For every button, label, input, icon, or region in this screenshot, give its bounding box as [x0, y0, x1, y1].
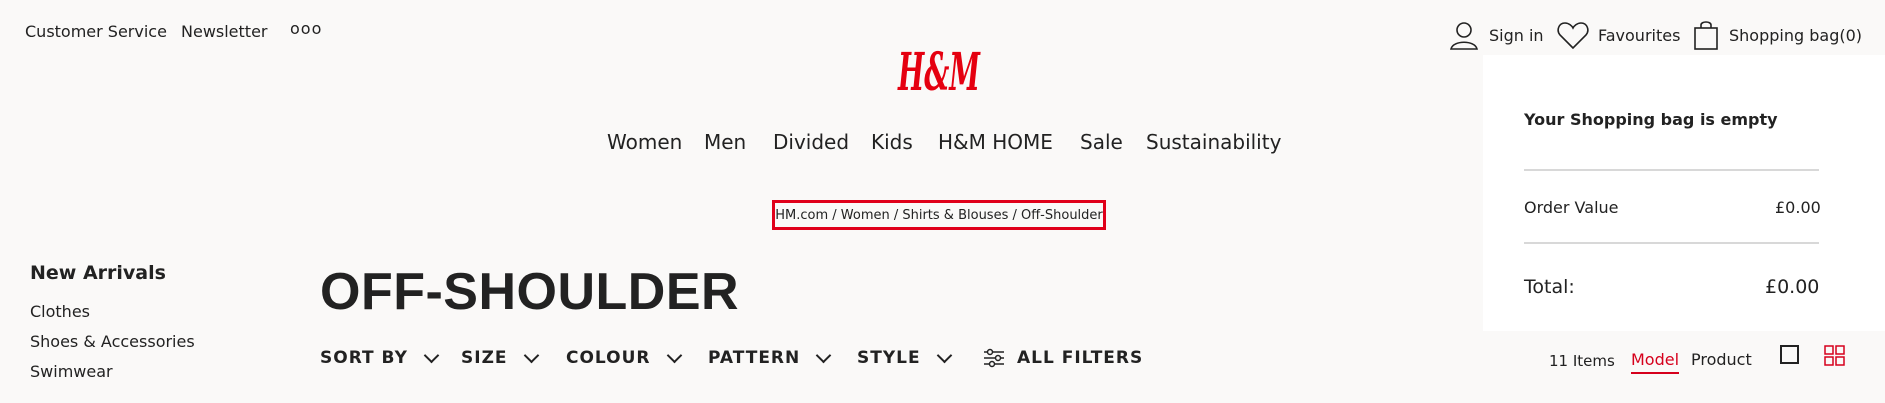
sidebar-heading[interactable]: New Arrivals	[30, 262, 166, 284]
sliders-icon	[983, 348, 1005, 368]
view-model-button[interactable]: Model	[1631, 350, 1680, 374]
all-filters-label: ALL FILTERS	[1017, 348, 1144, 368]
user-icon[interactable]	[1449, 20, 1479, 54]
view-product-button[interactable]: Product	[1691, 350, 1752, 369]
favourites-link[interactable]: Favourites	[1598, 26, 1680, 45]
item-count: 11 Items	[1549, 352, 1615, 370]
divider	[1524, 242, 1819, 244]
more-options-icon[interactable]: ooo	[290, 19, 322, 38]
bag-empty-title: Your Shopping bag is empty	[1524, 110, 1778, 129]
all-filters-button[interactable]: ALL FILTERS	[983, 348, 1143, 368]
single-grid-icon[interactable]	[1780, 345, 1799, 364]
chevron-down-icon	[423, 347, 440, 363]
chevron-down-icon	[666, 347, 682, 363]
style-filter[interactable]: STYLE	[857, 347, 952, 368]
total-value: £0.00	[1765, 276, 1820, 298]
sidebar-item-swimwear[interactable]: Swimwear	[30, 362, 113, 381]
sort-by-filter[interactable]: SORT BY	[320, 347, 440, 368]
bag-count: (0)	[1839, 26, 1863, 45]
nav-kids[interactable]: Kids	[871, 130, 913, 154]
pattern-label: PATTERN	[708, 348, 801, 368]
sign-in-link[interactable]: Sign in	[1489, 26, 1544, 45]
newsletter-link[interactable]: Newsletter	[181, 22, 268, 41]
breadcrumb[interactable]: HM.com / Women / Shirts & Blouses / Off-…	[772, 200, 1106, 230]
total-label: Total:	[1524, 276, 1575, 298]
chevron-down-icon	[523, 347, 539, 363]
order-value: £0.00	[1775, 198, 1821, 217]
shopping-bag-icon[interactable]	[1693, 19, 1719, 55]
chevron-down-icon	[815, 347, 832, 363]
multi-grid-icon[interactable]	[1824, 345, 1845, 370]
shopping-bag-link[interactable]: Shopping bag(0)	[1729, 26, 1862, 45]
sort-by-label: SORT BY	[320, 348, 408, 368]
divider	[1524, 169, 1819, 171]
nav-men[interactable]: Men	[704, 130, 746, 154]
chevron-down-icon	[936, 347, 952, 363]
svg-text:H&M: H&M	[897, 42, 981, 100]
pattern-filter[interactable]: PATTERN	[708, 347, 832, 368]
nav-women[interactable]: Women	[607, 130, 682, 154]
nav-sustainability[interactable]: Sustainability	[1146, 130, 1281, 154]
heart-icon[interactable]	[1557, 20, 1589, 54]
size-filter[interactable]: SIZE	[461, 347, 539, 368]
colour-label: COLOUR	[566, 348, 651, 368]
page-title: OFF-SHOULDER	[320, 263, 740, 321]
sidebar-item-clothes[interactable]: Clothes	[30, 302, 90, 321]
customer-service-link[interactable]: Customer Service	[25, 22, 167, 41]
nav-divided[interactable]: Divided	[773, 130, 849, 154]
style-label: STYLE	[857, 348, 921, 368]
shopping-bag-label: Shopping bag	[1729, 26, 1840, 45]
brand-logo[interactable]: H&M	[896, 38, 982, 103]
nav-hm-home[interactable]: H&M HOME	[938, 130, 1053, 154]
size-label: SIZE	[461, 348, 508, 368]
order-value-label: Order Value	[1524, 198, 1619, 217]
colour-filter[interactable]: COLOUR	[566, 347, 682, 368]
sidebar-item-shoes-accessories[interactable]: Shoes & Accessories	[30, 332, 195, 351]
nav-sale[interactable]: Sale	[1080, 130, 1123, 154]
